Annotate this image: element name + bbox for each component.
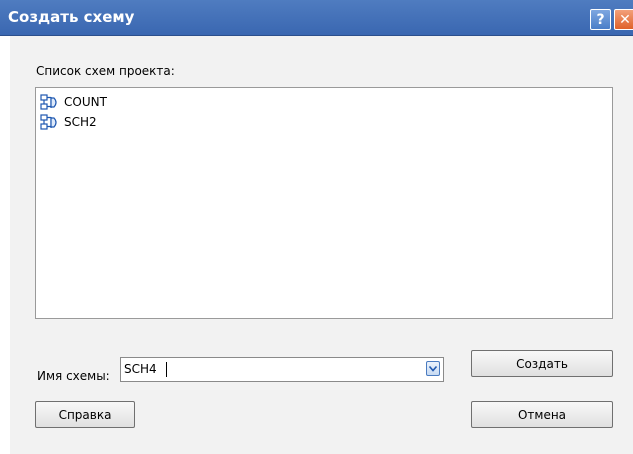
cancel-button-label: Отмена [517, 407, 567, 422]
schematic-name-label: Имя схемы: [37, 369, 110, 383]
close-icon: ✕ [619, 11, 631, 28]
cancel-button[interactable]: Отмена [471, 401, 613, 428]
title-bar[interactable]: Создать схему ? ✕ [0, 0, 633, 36]
help-title-button[interactable]: ? [590, 9, 611, 30]
schematics-list-label: Список схем проекта: [36, 64, 175, 78]
text-caret [166, 362, 167, 377]
schematic-icon [40, 113, 57, 130]
close-button[interactable]: ✕ [614, 9, 633, 30]
list-item[interactable]: COUNT [40, 92, 107, 112]
list-item[interactable]: SCH2 [40, 112, 97, 132]
schematic-icon [40, 93, 57, 110]
schematics-listbox[interactable]: COUNT SCH2 [35, 87, 613, 319]
help-button-label: Справка [58, 407, 112, 422]
schematic-name-value[interactable]: SCH4 [124, 362, 157, 376]
window-left-edge [0, 36, 10, 454]
window-title: Создать схему [8, 8, 135, 26]
chevron-down-icon [428, 365, 438, 372]
list-item-label: COUNT [64, 95, 107, 109]
schematic-name-combobox[interactable]: SCH4 [120, 357, 444, 382]
question-mark-icon: ? [596, 11, 605, 28]
help-button[interactable]: Справка [35, 401, 135, 428]
list-item-label: SCH2 [64, 115, 97, 129]
create-button[interactable]: Создать [471, 350, 613, 377]
create-button-label: Создать [516, 356, 568, 371]
dropdown-button[interactable] [426, 361, 440, 376]
